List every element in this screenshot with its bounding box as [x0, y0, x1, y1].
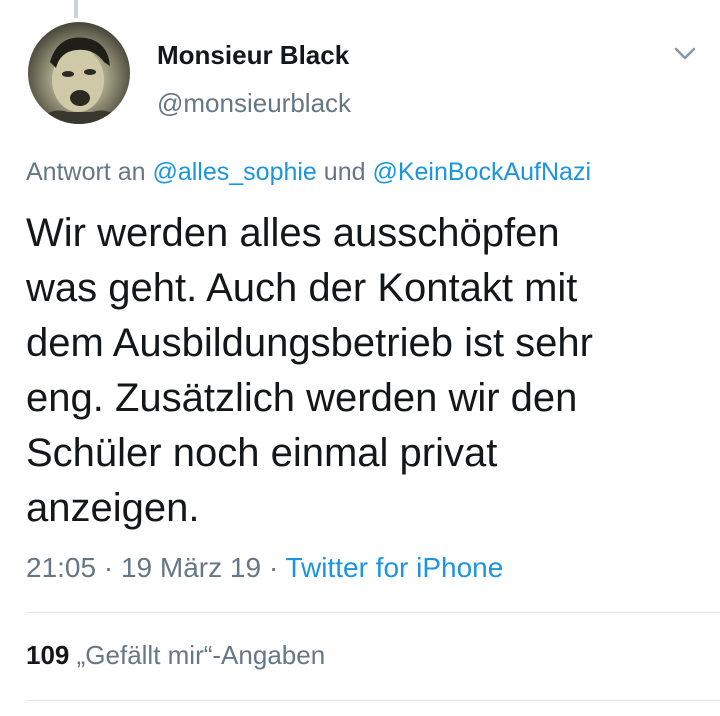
- mention-link[interactable]: @KeinBockAufNazi: [372, 158, 591, 186]
- divider: [26, 612, 720, 613]
- tweet-date: 19 März 19: [120, 552, 262, 583]
- author-display-name[interactable]: Monsieur Black: [157, 40, 349, 71]
- tweet-detail: Monsieur Black @monsieurblack Antwort an…: [0, 0, 720, 716]
- avatar[interactable]: [28, 22, 130, 124]
- reply-conjunction: und: [323, 158, 366, 186]
- likes-count: 109: [26, 640, 70, 670]
- reply-context: Antwort an @alles_sophie und @KeinBockAu…: [26, 158, 591, 187]
- tweet-text: Wir werden alles ausschöpfen was geht. A…: [26, 206, 706, 536]
- likes-label: „Gefällt mir“-Angaben: [76, 640, 326, 670]
- tweet-text-line: dem Ausbildungsbetrieb ist sehr: [26, 321, 593, 365]
- tweet-text-line: Schüler noch einmal privat: [26, 431, 498, 475]
- mention-link[interactable]: @alles_sophie: [152, 158, 316, 186]
- likes-stat[interactable]: 109 „Gefällt mir“-Angaben: [26, 640, 325, 671]
- author-handle[interactable]: @monsieurblack: [157, 88, 351, 119]
- tweet-text-line: Wir werden alles ausschöpfen: [26, 211, 560, 255]
- tweet-text-line: anzeigen.: [26, 486, 200, 530]
- tweet-text-line: was geht. Auch der Kontakt mit: [26, 266, 578, 310]
- tweet-source-link[interactable]: Twitter for iPhone: [285, 552, 503, 583]
- thread-connector-line: [74, 0, 78, 18]
- meta-separator: ·: [268, 552, 279, 583]
- tweet-text-line: eng. Zusätzlich werden wir den: [26, 376, 578, 420]
- meta-separator: ·: [103, 552, 114, 583]
- chevron-down-icon[interactable]: [672, 44, 698, 64]
- reply-prefix: Antwort an: [26, 158, 146, 186]
- tweet-time: 21:05: [26, 552, 97, 583]
- divider: [26, 700, 720, 701]
- tweet-meta: 21:05 · 19 März 19 · Twitter for iPhone: [26, 552, 503, 584]
- avatar-photo: [38, 37, 122, 124]
